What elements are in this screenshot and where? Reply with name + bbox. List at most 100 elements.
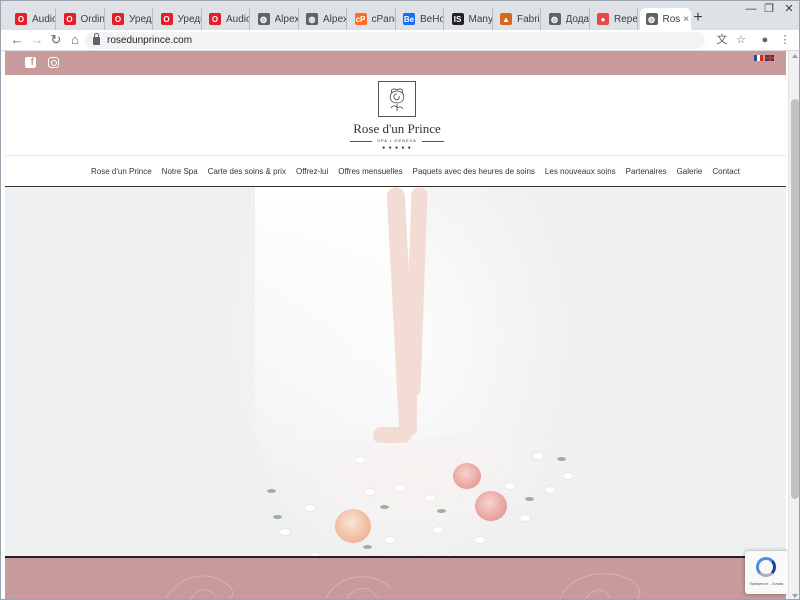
address-bar[interactable]: rosedunprince.com — [85, 32, 705, 49]
english-flag-icon[interactable] — [765, 55, 774, 61]
menu-icon[interactable]: ⋮ — [778, 33, 792, 47]
tab-label: Ros — [662, 13, 681, 25]
leaf-sprig — [437, 509, 446, 513]
tab-7[interactable]: ◍ AlpexFe — [300, 8, 347, 30]
browser-window: O Audio E O Ordina O Уреди O Уреди O Audio E ◍ Alpe… — [0, 0, 800, 600]
nav-item[interactable]: Galerie — [677, 167, 703, 176]
tab-4[interactable]: O Уреди — [155, 8, 202, 30]
hero-image — [5, 187, 786, 556]
tab-label: Уреди — [129, 13, 152, 25]
rose-petal — [505, 483, 515, 489]
rose-petal — [475, 537, 485, 543]
facebook-icon[interactable]: f — [25, 57, 36, 68]
rose-petal — [533, 453, 543, 459]
tab-label: Додаш — [565, 13, 589, 25]
nav-item[interactable]: Paquets avec des heures de soins — [413, 167, 535, 176]
site-header: Rose d'un Prince SPA • GENEVA ● ● ● ● ● — [5, 75, 786, 155]
rose-petal — [385, 537, 395, 543]
is-icon: IS — [451, 13, 464, 25]
page-scrollbar[interactable] — [788, 51, 799, 599]
tab-13[interactable]: ● Reperto — [591, 8, 638, 30]
globe-icon: ◍ — [645, 13, 658, 25]
rose-flower — [453, 463, 481, 489]
nav-item[interactable]: Carte des soins & prix — [208, 167, 286, 176]
brand-name: Rose d'un Prince — [353, 121, 441, 136]
browser-toolbar: ← → ↻ ⌂ rosedunprince.com ⽂ ☆ ● ⋮ — [1, 30, 799, 51]
tab-5[interactable]: O Audio E — [203, 8, 250, 30]
globe-icon: ◍ — [306, 13, 318, 25]
nav-item[interactable]: Les nouveaux soins — [545, 167, 616, 176]
tab-2[interactable]: O Ordina — [58, 8, 105, 30]
reperto-icon: ● — [597, 13, 609, 25]
tab-12[interactable]: ◍ Додаш — [543, 8, 590, 30]
restore-button[interactable]: ❐ — [761, 3, 777, 15]
leaf-sprig — [363, 545, 372, 549]
globe-icon: ◍ — [548, 13, 561, 25]
hero-foot-right — [403, 387, 417, 421]
leaf-sprig — [525, 497, 534, 501]
close-tab-icon[interactable]: × — [683, 14, 689, 25]
rose-logo-icon[interactable] — [378, 81, 416, 117]
profile-icon[interactable]: ● — [758, 33, 772, 47]
opera-icon: O — [15, 13, 27, 25]
close-window-button[interactable]: ✕ — [781, 3, 797, 15]
tab-label: AlpexFe — [274, 13, 298, 25]
recaptcha-text: Приватност - Услови — [749, 582, 784, 586]
bookmark-star-icon[interactable]: ☆ — [734, 33, 748, 47]
minimize-button[interactable]: — — [743, 3, 759, 15]
nav-item[interactable]: Contact — [712, 167, 740, 176]
web-page: f Rose d'un Prince SPA • GENEVA ● ● ● ● … — [1, 51, 788, 599]
tab-label: Уреди — [177, 13, 201, 25]
fabriko-icon: ▲ — [500, 13, 512, 25]
main-navigation: Rose d'un Prince Notre Spa Carte des soins… — [5, 155, 786, 187]
tab-3[interactable]: O Уреди — [106, 8, 153, 30]
scrollbar-thumb[interactable] — [791, 99, 799, 499]
rose-petal — [425, 495, 435, 501]
nav-item[interactable]: Offres mensuelles — [338, 167, 402, 176]
nav-item[interactable]: Notre Spa — [162, 167, 198, 176]
reload-button[interactable]: ↻ — [48, 32, 64, 48]
nav-item[interactable]: Partenaires — [626, 167, 667, 176]
recaptcha-badge[interactable]: Приватност - Услови — [745, 551, 788, 594]
nav-item[interactable]: Rose d'un Prince — [91, 167, 152, 176]
tab-label: Fabriko — [517, 13, 540, 25]
tab-label: Reperto — [614, 13, 637, 25]
rose-petal — [365, 489, 375, 495]
opera-icon: O — [209, 13, 221, 25]
back-button[interactable]: ← — [9, 32, 25, 48]
address-url: rosedunprince.com — [107, 35, 193, 46]
nav-item[interactable]: Offrez-lui — [296, 167, 328, 176]
tab-9[interactable]: Be BeHome — [397, 8, 444, 30]
hero-foot-left — [373, 427, 411, 443]
brand-stars: ● ● ● ● ● — [382, 145, 412, 151]
new-tab-button[interactable]: + — [690, 10, 706, 26]
instagram-icon[interactable] — [48, 57, 59, 68]
tab-11[interactable]: ▲ Fabriko — [494, 8, 541, 30]
tab-label: Ordina — [80, 13, 104, 25]
forward-button[interactable]: → — [29, 32, 45, 48]
site-top-bar: f — [5, 51, 786, 75]
rose-petal — [355, 457, 365, 463]
tab-label: cPanel — [371, 13, 395, 25]
home-button[interactable]: ⌂ — [67, 32, 83, 48]
scroll-up-icon[interactable] — [792, 54, 798, 58]
translate-icon[interactable]: ⽂ — [715, 33, 729, 47]
tab-6[interactable]: ◍ AlpexFe — [252, 8, 299, 30]
french-flag-icon[interactable] — [754, 55, 763, 61]
rose-petal — [545, 487, 555, 493]
tab-1[interactable]: O Audio E — [9, 8, 56, 30]
globe-icon: ◍ — [257, 13, 270, 25]
opera-icon: O — [63, 13, 76, 25]
tab-label: BeHome — [420, 13, 443, 25]
site-footer — [5, 558, 786, 599]
rose-petal — [520, 515, 530, 521]
opera-icon: O — [112, 13, 124, 25]
rose-flower — [475, 491, 507, 521]
tab-10[interactable]: IS Many P — [446, 8, 493, 30]
tab-8[interactable]: cP cPanel — [349, 8, 396, 30]
scroll-down-icon[interactable] — [792, 594, 798, 598]
leaf-sprig — [557, 457, 566, 461]
tab-label: Audio E — [226, 13, 249, 25]
tab-label: AlpexFe — [323, 13, 346, 25]
tab-14[interactable]: ◍ Ros × — [639, 8, 691, 30]
